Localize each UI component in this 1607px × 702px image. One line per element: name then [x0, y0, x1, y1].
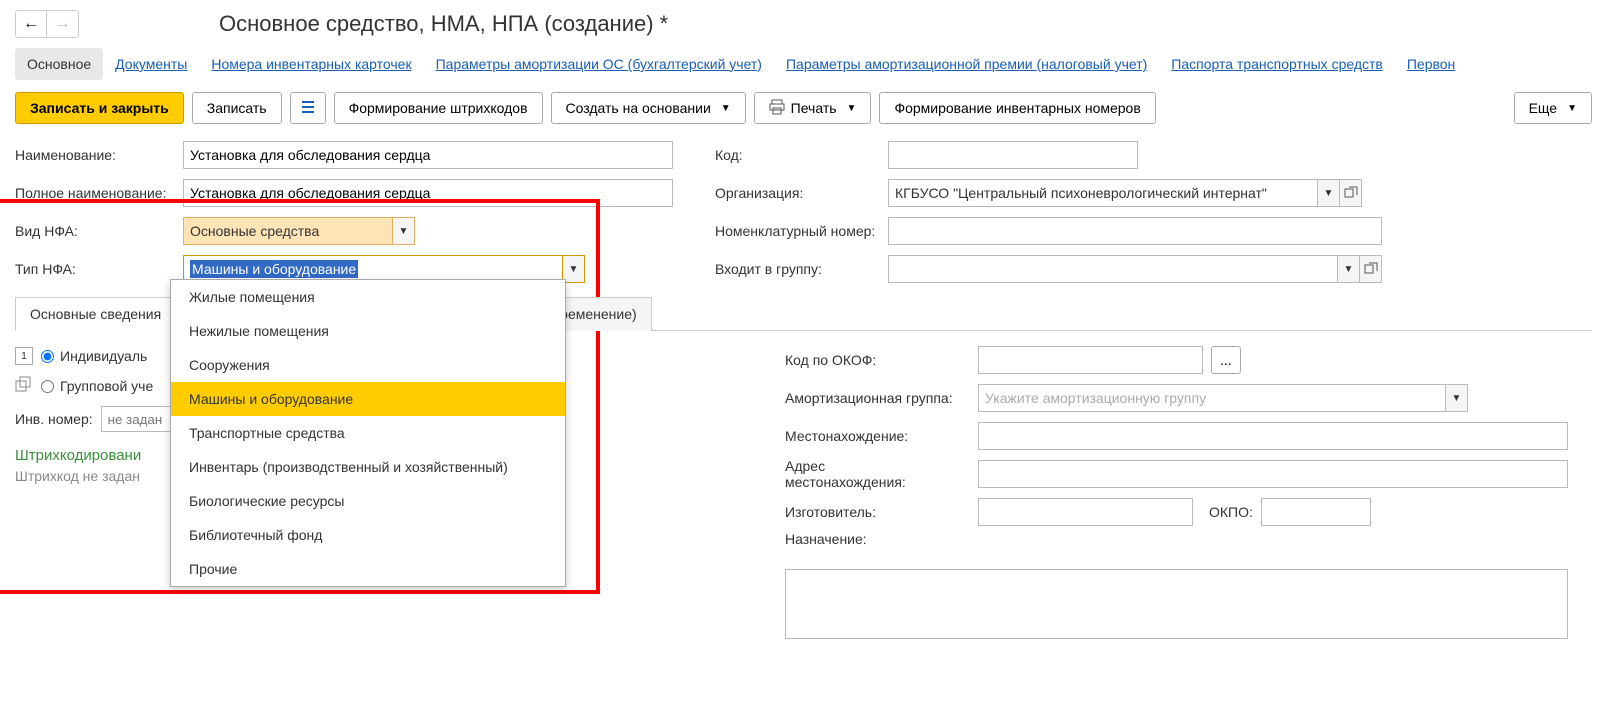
- dropdown-option[interactable]: Биологические ресурсы: [171, 484, 565, 518]
- location-label: Местонахождение:: [785, 428, 970, 444]
- nav-tab-amortization-params[interactable]: Параметры амортизации ОС (бухгалтерский …: [424, 48, 774, 80]
- nfa-type-dropdown-button[interactable]: ▼: [563, 255, 585, 283]
- code-label: Код:: [715, 147, 880, 163]
- nfa-kind-label: Вид НФА:: [15, 223, 175, 239]
- multi-item-icon: [15, 376, 33, 397]
- page-title: Основное средство, НМА, НПА (создание) *: [219, 11, 668, 37]
- full-name-input[interactable]: [183, 179, 673, 207]
- address-label: Адрес местонахождения:: [785, 458, 970, 490]
- save-and-close-button[interactable]: Записать и закрыть: [15, 92, 184, 124]
- accounting-individual-radio[interactable]: Индивидуаль: [41, 348, 147, 364]
- okof-select-button[interactable]: ...: [1211, 346, 1241, 374]
- dropdown-option[interactable]: Жилые помещения: [171, 280, 565, 314]
- list-view-button[interactable]: [290, 92, 326, 124]
- dropdown-option[interactable]: Сооружения: [171, 348, 565, 382]
- amort-group-dropdown-button[interactable]: ▼: [1446, 384, 1468, 412]
- generate-barcodes-button[interactable]: Формирование штрихкодов: [334, 92, 543, 124]
- more-button[interactable]: Еще▼: [1514, 92, 1592, 124]
- dropdown-option[interactable]: Прочие: [171, 552, 565, 586]
- name-label: Наименование:: [15, 147, 175, 163]
- nfa-kind-dropdown-button[interactable]: ▼: [393, 217, 415, 245]
- dropdown-option[interactable]: Нежилые помещения: [171, 314, 565, 348]
- nav-tab-main[interactable]: Основное: [15, 48, 103, 80]
- dropdown-option[interactable]: Библиотечный фонд: [171, 518, 565, 552]
- nav-forward-button[interactable]: →: [47, 10, 79, 38]
- nav-tab-vehicle-passports[interactable]: Паспорта транспортных средств: [1159, 48, 1395, 80]
- purpose-textarea[interactable]: [785, 569, 1568, 639]
- name-input[interactable]: [183, 141, 673, 169]
- tab-main-info[interactable]: Основные сведения: [15, 297, 176, 331]
- arrow-left-icon: ←: [23, 15, 39, 33]
- nav-back-button[interactable]: ←: [15, 10, 47, 38]
- purpose-label: Назначение:: [785, 531, 970, 547]
- open-icon: [1363, 261, 1379, 277]
- open-icon: [1343, 185, 1359, 201]
- organization-label: Организация:: [715, 185, 880, 201]
- printer-icon: [769, 99, 785, 118]
- full-name-label: Полное наименование:: [15, 185, 175, 201]
- nfa-type-label: Тип НФА:: [15, 261, 175, 277]
- manufacturer-input[interactable]: [978, 498, 1193, 526]
- inventory-number-label: Инв. номер:: [15, 411, 93, 427]
- accounting-group-radio[interactable]: Групповой уче: [41, 378, 153, 394]
- amort-group-value[interactable]: Укажите амортизационную группу: [978, 384, 1446, 412]
- create-based-on-button[interactable]: Создать на основании▼: [551, 92, 746, 124]
- print-button[interactable]: Печать▼: [754, 92, 872, 124]
- okpo-input[interactable]: [1261, 498, 1371, 526]
- amort-group-label: Амортизационная группа:: [785, 390, 970, 406]
- group-label: Входит в группу:: [715, 261, 880, 277]
- inventory-number-input[interactable]: [101, 406, 171, 432]
- okof-label: Код по ОКОФ:: [785, 352, 970, 368]
- nav-tab-documents[interactable]: Документы: [103, 48, 199, 80]
- nomenclature-input[interactable]: [888, 217, 1382, 245]
- chevron-down-icon: ▼: [1567, 103, 1577, 114]
- code-input[interactable]: [888, 141, 1138, 169]
- dropdown-option[interactable]: Транспортные средства: [171, 416, 565, 450]
- nomenclature-label: Номенклатурный номер:: [715, 223, 880, 239]
- group-value[interactable]: [888, 255, 1338, 283]
- organization-open-button[interactable]: [1340, 179, 1362, 207]
- okpo-label: ОКПО:: [1209, 504, 1253, 520]
- okof-input[interactable]: [978, 346, 1203, 374]
- dropdown-option[interactable]: Инвентарь (производственный и хозяйствен…: [171, 450, 565, 484]
- nfa-type-dropdown-list: Жилые помещенияНежилые помещенияСооружен…: [170, 279, 566, 587]
- list-icon: [300, 99, 316, 118]
- group-open-button[interactable]: [1360, 255, 1382, 283]
- dropdown-option[interactable]: Машины и оборудование: [171, 382, 565, 416]
- location-input[interactable]: [978, 422, 1568, 450]
- organization-value[interactable]: КГБУСО "Центральный психоневрологический…: [888, 179, 1318, 207]
- nfa-kind-value[interactable]: Основные средства: [183, 217, 393, 245]
- group-dropdown-button[interactable]: ▼: [1338, 255, 1360, 283]
- chevron-down-icon: ▼: [721, 103, 731, 114]
- organization-dropdown-button[interactable]: ▼: [1318, 179, 1340, 207]
- nav-tab-first[interactable]: Первон: [1395, 48, 1467, 80]
- address-input[interactable]: [978, 460, 1568, 488]
- single-item-icon: 1: [15, 347, 33, 365]
- generate-inventory-numbers-button[interactable]: Формирование инвентарных номеров: [879, 92, 1155, 124]
- chevron-down-icon: ▼: [847, 103, 857, 114]
- arrow-right-icon: →: [55, 15, 71, 33]
- manufacturer-label: Изготовитель:: [785, 504, 970, 520]
- nav-tab-amortization-bonus[interactable]: Параметры амортизационной премии (налого…: [774, 48, 1159, 80]
- nav-tab-inventory-cards[interactable]: Номера инвентарных карточек: [199, 48, 423, 80]
- save-button[interactable]: Записать: [192, 92, 282, 124]
